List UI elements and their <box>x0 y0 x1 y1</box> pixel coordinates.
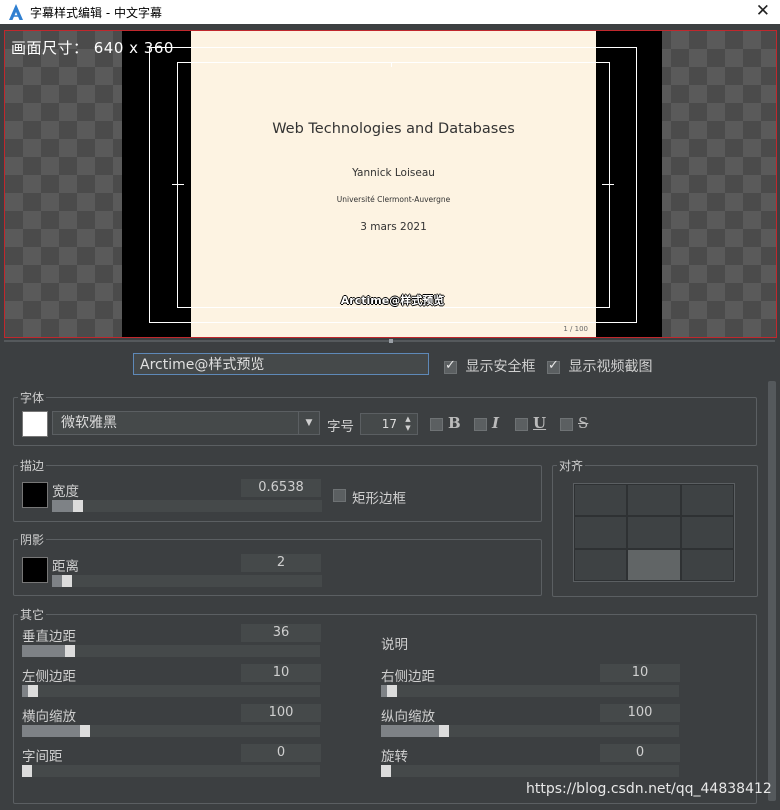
align-top-center[interactable] <box>627 484 681 517</box>
rect-border-label: 矩形边框 <box>352 491 406 507</box>
vertical-margin-label: 垂直边距 <box>22 629 76 645</box>
align-middle-center[interactable] <box>627 516 681 549</box>
left-margin-label: 左侧边距 <box>22 669 76 685</box>
close-icon[interactable]: ✕ <box>756 1 770 21</box>
font-size-value: 17 <box>381 417 397 431</box>
checkbox-checked-icon[interactable] <box>547 358 560 374</box>
underline-checkbox[interactable] <box>515 418 528 431</box>
left-margin-value[interactable]: 10 <box>241 664 321 682</box>
rotation-slider[interactable] <box>381 765 679 777</box>
vertical-margin-value[interactable]: 36 <box>241 624 321 642</box>
align-bottom-left[interactable] <box>574 548 628 581</box>
safe-frame-tick <box>172 184 184 185</box>
safe-frame-tick <box>602 184 614 185</box>
spinner-up-icon[interactable]: ▲ <box>401 415 415 424</box>
slider-knob[interactable] <box>22 765 32 777</box>
show-safe-frame-label: 显示安全框 <box>465 359 536 375</box>
safe-frame-tick <box>391 62 392 67</box>
stroke-group-legend: 描边 <box>20 459 45 473</box>
italic-icon: I <box>492 414 500 432</box>
slider-knob[interactable] <box>65 645 75 657</box>
subtitle-preview-text: Arctime@样式预览 <box>340 294 445 307</box>
vertical-scale-value[interactable]: 100 <box>600 704 680 722</box>
vertical-scale-slider[interactable] <box>381 725 679 737</box>
bold-icon: B <box>448 414 461 432</box>
note-label: 说明 <box>381 637 408 653</box>
font-family-select[interactable]: 微软雅黑 ▼ <box>52 411 320 435</box>
align-bottom-right[interactable] <box>680 548 734 581</box>
font-size-label: 字号 <box>327 419 354 435</box>
slider-knob[interactable] <box>28 685 38 697</box>
slider-knob[interactable] <box>387 685 397 697</box>
right-margin-label: 右侧边距 <box>381 669 435 685</box>
letter-spacing-value[interactable]: 0 <box>241 744 321 762</box>
stroke-width-slider[interactable] <box>52 500 322 512</box>
stroke-width-label: 宽度 <box>52 484 79 500</box>
left-margin-slider[interactable] <box>22 685 320 697</box>
letter-spacing-label: 字间距 <box>22 749 63 765</box>
window-title: 字幕样式编辑 - 中文字幕 <box>30 6 162 20</box>
horizontal-scale-value[interactable]: 100 <box>241 704 321 722</box>
slider-knob[interactable] <box>381 765 391 777</box>
checkbox-checked-icon[interactable] <box>444 358 457 374</box>
slider-knob[interactable] <box>439 725 449 737</box>
rect-border-checkbox[interactable] <box>333 489 346 502</box>
align-top-right[interactable] <box>680 484 734 517</box>
watermark: https://blog.csdn.net/qq_44838412 <box>526 781 772 797</box>
shadow-distance-slider[interactable] <box>52 575 322 587</box>
shadow-group-legend: 阴影 <box>20 533 45 547</box>
canvas-size-label: 画面尺寸： 640 x 360 <box>11 39 174 57</box>
shadow-color-swatch[interactable] <box>22 557 48 583</box>
slider-knob[interactable] <box>80 725 90 737</box>
letter-spacing-slider[interactable] <box>22 765 320 777</box>
align-top-left[interactable] <box>574 484 628 517</box>
align-middle-left[interactable] <box>574 516 628 549</box>
chevron-down-icon[interactable]: ▼ <box>298 412 319 434</box>
align-bottom-center[interactable] <box>627 548 681 581</box>
slider-knob[interactable] <box>73 500 83 512</box>
shadow-distance-value[interactable]: 2 <box>241 554 321 572</box>
font-group-legend: 字体 <box>20 391 45 405</box>
style-preview-area: Web Technologies and Databases Yannick L… <box>4 30 777 338</box>
slider-knob[interactable] <box>62 575 72 587</box>
font-color-swatch[interactable] <box>22 411 48 437</box>
horizontal-scale-slider[interactable] <box>22 725 320 737</box>
slide-page-number: 1 / 100 <box>563 325 588 333</box>
shadow-distance-label: 距离 <box>52 559 79 575</box>
right-margin-slider[interactable] <box>381 685 679 697</box>
strike-checkbox[interactable] <box>560 418 573 431</box>
strikethrough-icon: S <box>578 414 589 432</box>
vertical-scale-label: 纵向缩放 <box>381 709 435 725</box>
font-size-spinner[interactable]: 17 ▲ ▼ <box>360 413 418 435</box>
vertical-margin-slider[interactable] <box>22 645 320 657</box>
show-video-frame-label: 显示视频截图 <box>568 359 653 375</box>
sample-text-input[interactable]: Arctime@样式预览 <box>133 353 429 375</box>
font-family-value: 微软雅黑 <box>61 415 117 431</box>
italic-checkbox[interactable] <box>474 418 487 431</box>
show-video-frame-checkbox[interactable]: 显示视频截图 <box>547 356 652 376</box>
safe-frame-inner <box>177 62 610 308</box>
rotation-label: 旋转 <box>381 749 408 765</box>
show-safe-frame-checkbox[interactable]: 显示安全框 <box>444 356 535 376</box>
stroke-width-value[interactable]: 0.6538 <box>241 479 321 497</box>
vertical-scrollbar[interactable] <box>768 381 776 801</box>
arctime-logo-icon <box>9 4 23 20</box>
align-middle-right[interactable] <box>680 516 734 549</box>
align-group-legend: 对齐 <box>559 459 584 473</box>
underline-icon: U <box>533 414 547 432</box>
title-bar: 字幕样式编辑 - 中文字幕 ✕ <box>0 0 780 24</box>
alignment-grid[interactable] <box>573 483 735 582</box>
horizontal-scale-label: 横向缩放 <box>22 709 76 725</box>
rotation-value[interactable]: 0 <box>600 744 680 762</box>
other-group-legend: 其它 <box>20 608 45 622</box>
stroke-color-swatch[interactable] <box>22 482 48 508</box>
spinner-down-icon[interactable]: ▼ <box>401 424 415 433</box>
right-margin-value[interactable]: 10 <box>600 664 680 682</box>
splitter-handle[interactable] <box>389 339 393 343</box>
bold-checkbox[interactable] <box>430 418 443 431</box>
